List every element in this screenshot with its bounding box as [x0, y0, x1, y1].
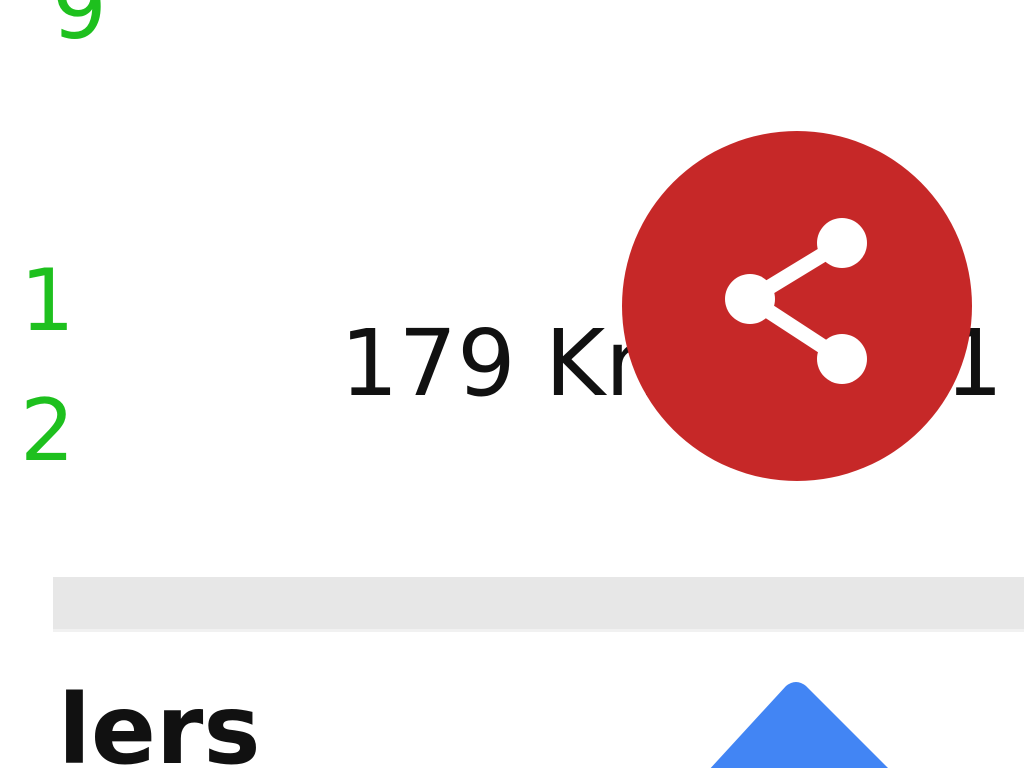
section-title: lers: [58, 674, 261, 768]
list-number: 1: [20, 251, 75, 351]
list-number: 2: [20, 381, 75, 481]
share-button[interactable]: [622, 131, 972, 481]
share-icon: [725, 218, 867, 384]
navigation-arrow-icon: [710, 682, 888, 768]
list-number: 9: [52, 0, 107, 59]
section-divider: [53, 577, 1024, 629]
screen: 9 1 2 179 Km 1 lers: [0, 0, 1024, 768]
divider-line: [53, 629, 1024, 632]
